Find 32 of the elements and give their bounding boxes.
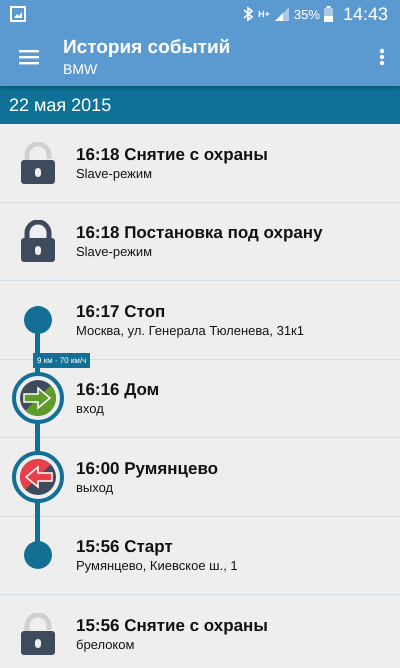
event-detail: Slave-режим — [76, 166, 154, 181]
open-padlock-icon — [20, 142, 56, 184]
battery-icon — [324, 6, 333, 22]
event-detail: выход — [76, 480, 114, 495]
trip-segment-label: 9 км · 70 км/ч — [33, 352, 90, 368]
signal-icon — [274, 6, 290, 22]
bluetooth-icon — [242, 6, 254, 22]
gallery-icon — [10, 6, 26, 22]
timeline-dot — [24, 541, 52, 570]
timeline-dot — [24, 306, 52, 334]
more-icon — [379, 48, 385, 66]
open-padlock-icon — [20, 612, 56, 655]
event-detail: Румянцево, Киевское ш., 1 — [76, 558, 238, 574]
event-title: 16:17 Стоп — [76, 302, 166, 322]
menu-icon — [19, 49, 39, 65]
clock: 14:43 — [342, 4, 388, 24]
event-title: 15:56 Снятие с охраны — [76, 616, 268, 636]
event-title: 15:56 Старт — [76, 537, 174, 558]
event-title: 16:16 Дом — [76, 380, 160, 400]
screen-title: История событий — [63, 37, 232, 59]
event-title: 16:18 Снятие с охраны — [76, 144, 268, 165]
event-title: 16:18 Постановка под охрану — [76, 223, 323, 244]
event-title: 16:00 Румянцево — [76, 458, 218, 479]
event-detail: Москва, ул. Генерала Тюленева, 31к1 — [76, 322, 304, 338]
locked-padlock-icon — [20, 220, 56, 262]
battery-percent: 35% — [294, 6, 320, 22]
screen-subtitle: BMW — [63, 61, 98, 77]
network-type: H+ — [258, 9, 270, 19]
event-detail: Slave-режим — [76, 244, 154, 260]
date-header: 22 мая 2015 — [0, 86, 400, 124]
event-detail: вход — [76, 401, 105, 416]
event-detail: брелоком — [76, 636, 136, 652]
